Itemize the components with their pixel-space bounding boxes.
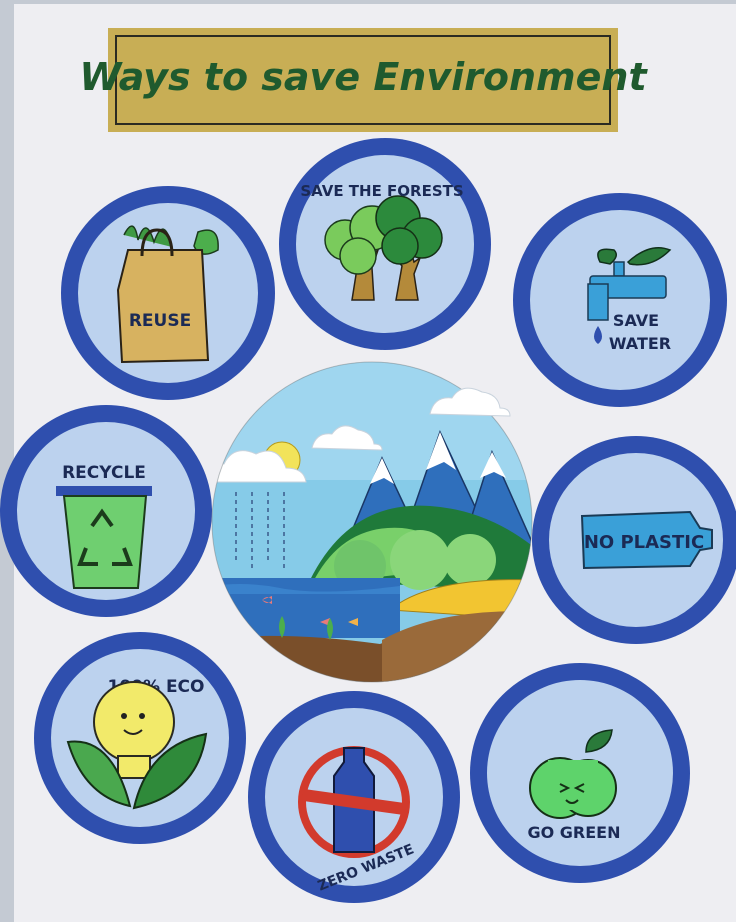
poster-title: Ways to save Environment — [79, 55, 648, 99]
forests-label: SAVE THE FORESTS — [300, 182, 463, 200]
badge-forests: SAVE THE FORESTS — [279, 138, 491, 350]
plastic-label: NO PLASTIC — [584, 532, 704, 553]
title-banner: Ways to save Environment — [79, 28, 648, 132]
reuse-label: REUSE — [129, 311, 191, 331]
green-label: GO GREEN — [527, 823, 620, 842]
badge-green: GO GREEN — [470, 663, 690, 883]
water-label-line2: WATER — [609, 334, 671, 353]
poster-photo: Ways to save Environment REUSE SAVE THE … — [0, 0, 736, 922]
badge-plastic: NO PLASTIC — [532, 436, 736, 644]
badge-zero: ZERO WASTE — [248, 691, 460, 903]
badge-reuse: REUSE — [61, 186, 275, 400]
recycle-label: RECYCLE — [62, 463, 146, 483]
badge-eco: 100% ECO — [34, 632, 246, 844]
water-label-line1: SAVE — [613, 311, 659, 330]
poster-canvas: Ways to save Environment REUSE SAVE THE … — [0, 0, 736, 922]
badge-water: SAVE WATER — [513, 193, 727, 407]
badge-recycle: RECYCLE — [0, 405, 212, 617]
